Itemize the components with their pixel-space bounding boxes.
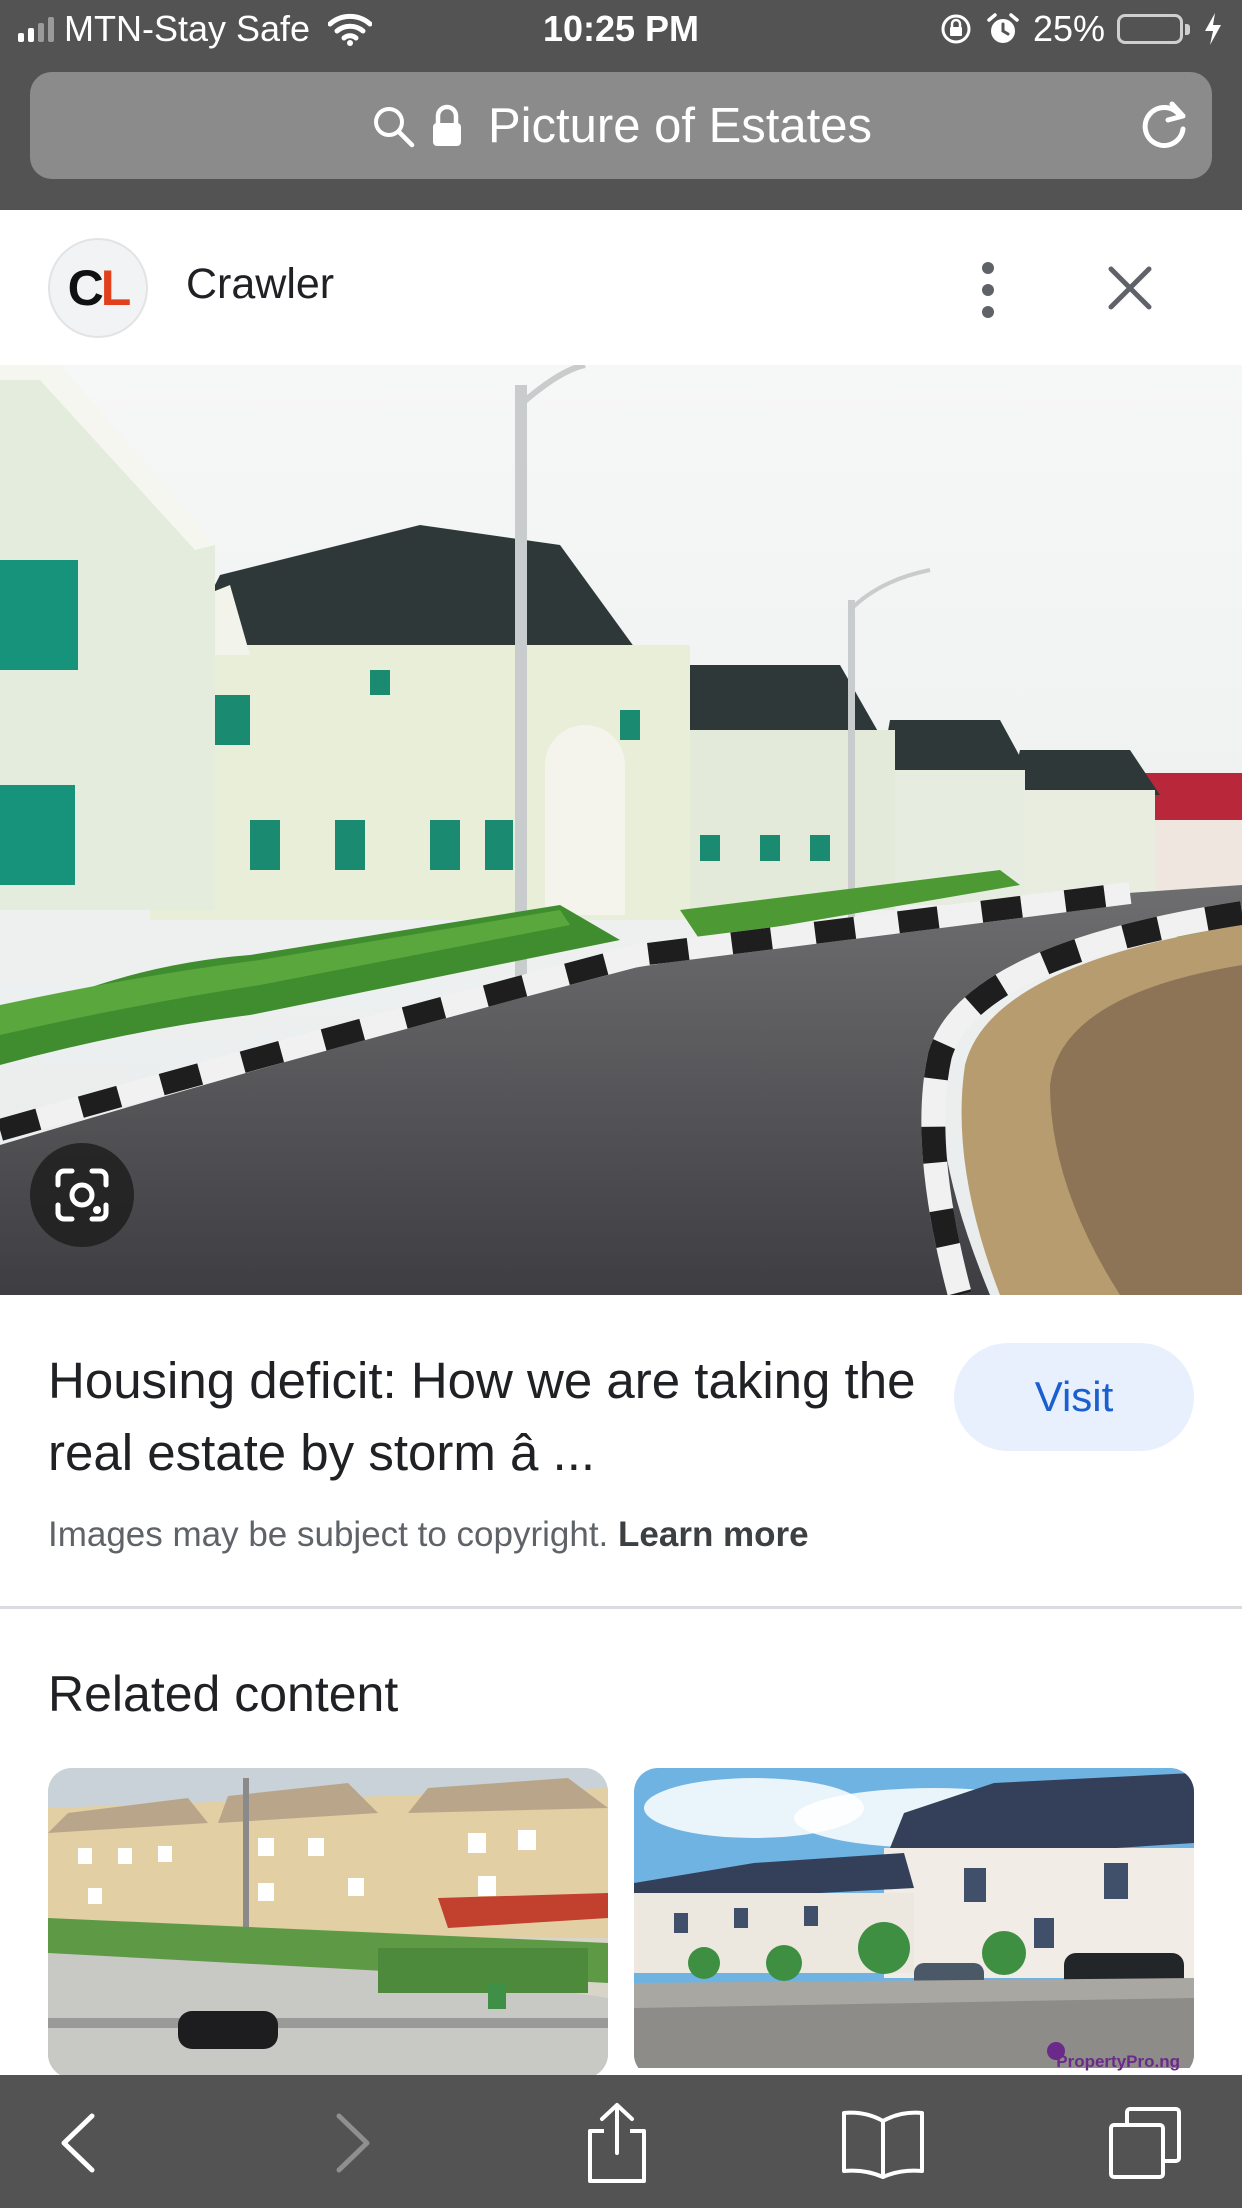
page-title[interactable]: Picture of Estates — [488, 98, 872, 154]
related-content-heading: Related content — [48, 1666, 399, 1722]
source-logo[interactable]: CL — [48, 238, 148, 338]
back-button[interactable] — [32, 2101, 122, 2185]
estate-photo — [0, 365, 1242, 1295]
copyright-text: Images may be subject to copyright. — [48, 1515, 609, 1554]
related-thumbnail-2[interactable]: PropertyPro.ng — [634, 1768, 1194, 2078]
close-icon[interactable] — [1105, 263, 1155, 313]
tabs-button[interactable] — [1100, 2101, 1190, 2185]
status-left: MTN-Stay Safe — [18, 8, 373, 50]
browser-chrome-top: MTN-Stay Safe 10:25 PM 25% Picture of Es… — [0, 0, 1242, 210]
main-image[interactable] — [0, 365, 1242, 1295]
rotation-lock-icon — [941, 14, 971, 44]
search-icon — [373, 106, 415, 147]
visit-button[interactable]: Visit — [954, 1343, 1194, 1451]
address-bar[interactable]: Picture of Estates — [30, 72, 1212, 179]
charging-bolt-icon — [1205, 13, 1221, 45]
status-right: 25% — [939, 8, 1224, 50]
status-bar: MTN-Stay Safe 10:25 PM 25% — [0, 0, 1242, 62]
carrier-name: MTN-Stay Safe — [64, 8, 311, 49]
address-bar-content[interactable]: Picture of Estates — [30, 72, 1212, 179]
copyright-notice: Images may be subject to copyright. Lear… — [48, 1515, 809, 1555]
reload-icon[interactable] — [1136, 98, 1192, 154]
logo-letter-c: C — [67, 260, 104, 316]
source-name[interactable]: Crawler — [186, 260, 334, 309]
cell-signal-icon — [18, 16, 54, 42]
result-headline[interactable]: Housing deficit: How we are taking the r… — [48, 1345, 928, 1489]
share-icon — [588, 2103, 646, 2183]
browser-toolbar — [0, 2075, 1242, 2208]
logo-letter-l: L — [100, 260, 131, 316]
lens-search-button[interactable] — [30, 1143, 134, 1247]
tabs-icon — [1109, 2107, 1181, 2179]
battery-icon — [1117, 14, 1190, 44]
battery-percent: 25% — [1032, 8, 1105, 49]
book-icon — [842, 2110, 924, 2179]
source-header: CL Crawler — [0, 210, 1242, 365]
related-image-1 — [48, 1768, 608, 2078]
bookmarks-button[interactable] — [838, 2101, 928, 2185]
forward-button[interactable] — [307, 2101, 397, 2185]
watermark: PropertyPro.ng — [1056, 2052, 1180, 2071]
section-divider — [0, 1606, 1242, 1609]
chevron-left-icon — [61, 2113, 95, 2173]
lens-icon — [55, 1168, 109, 1222]
alarm-icon — [987, 13, 1019, 43]
chevron-right-icon — [336, 2113, 370, 2173]
share-button[interactable] — [572, 2101, 662, 2185]
related-image-2 — [634, 1768, 1194, 2068]
lock-icon — [432, 104, 461, 146]
more-vert-icon[interactable] — [968, 260, 1008, 320]
wifi-icon — [328, 13, 373, 46]
related-thumbnail-1[interactable] — [48, 1768, 608, 2078]
learn-more-link[interactable]: Learn more — [618, 1515, 809, 1554]
